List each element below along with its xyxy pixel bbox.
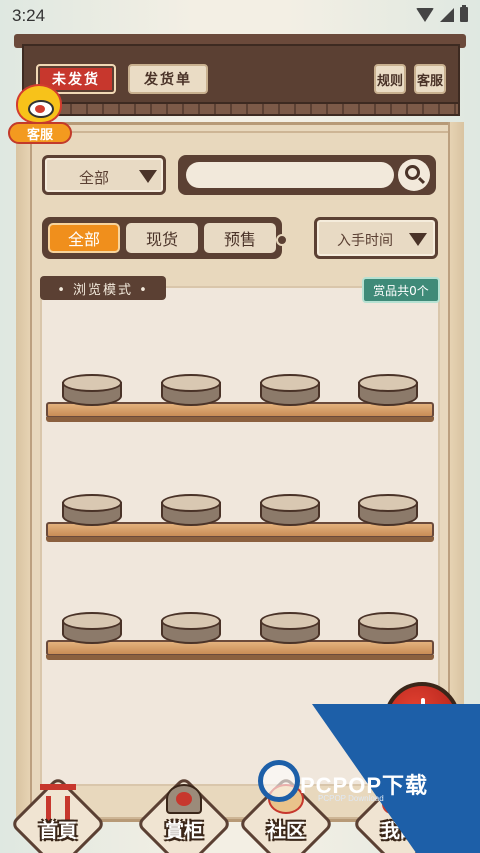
shipping-slip-button[interactable]: 发货单 xyxy=(128,64,208,94)
mascot-label: 客服 xyxy=(8,122,72,144)
search-input[interactable] xyxy=(186,162,394,188)
display-pedestal[interactable] xyxy=(358,494,418,526)
display-pedestal[interactable] xyxy=(161,612,221,644)
stock-tabs: 全部 现货 预售 xyxy=(42,217,288,259)
watermark-logo-icon xyxy=(258,760,300,802)
cabinet-post-left xyxy=(16,122,32,822)
battery-icon xyxy=(460,5,468,22)
signal-icon xyxy=(440,7,454,22)
nav-cabinet[interactable]: 賞柜 xyxy=(135,775,233,853)
search-box xyxy=(178,155,436,195)
display-pedestal[interactable] xyxy=(358,612,418,644)
rules-button[interactable]: 规则 xyxy=(374,64,406,94)
chevron-down-icon xyxy=(139,170,157,183)
display-pedestal[interactable] xyxy=(62,494,122,526)
tab-all[interactable]: 全部 xyxy=(48,223,120,253)
display-pedestal[interactable] xyxy=(260,374,320,406)
display-pedestal[interactable] xyxy=(161,494,221,526)
header-bar: 未发货 发货单 规则 客服 xyxy=(22,44,460,116)
prize-count-badge: 赏品共0个 xyxy=(362,277,440,303)
status-bar: 3:24 xyxy=(0,0,480,32)
browse-mode-label[interactable]: • 浏览模式 • xyxy=(40,276,166,300)
category-select[interactable]: 全部 xyxy=(42,155,166,195)
display-pedestal[interactable] xyxy=(161,374,221,406)
cabinet-icon xyxy=(166,784,202,814)
display-pedestal[interactable] xyxy=(62,612,122,644)
torii-icon xyxy=(40,784,76,822)
wifi-icon xyxy=(416,7,434,22)
tab-presale[interactable]: 预售 xyxy=(204,223,276,253)
nav-home-label: 首頁 xyxy=(38,820,77,842)
display-pedestal[interactable] xyxy=(260,494,320,526)
nav-community-label: 社区 xyxy=(266,820,305,842)
chevron-down-icon xyxy=(409,233,427,246)
watermark-subtext: PCPOP Download xyxy=(318,794,384,803)
display-pedestal[interactable] xyxy=(260,612,320,644)
display-pedestal[interactable] xyxy=(358,374,418,406)
nav-home[interactable]: 首頁 xyxy=(9,775,107,853)
search-button[interactable] xyxy=(398,159,430,191)
tab-in-stock[interactable]: 现货 xyxy=(126,223,198,253)
sort-select-value: 入手时间 xyxy=(337,233,393,249)
customer-service-button[interactable]: 客服 xyxy=(414,64,446,94)
sort-select[interactable]: 入手时间 xyxy=(314,217,438,259)
mascot-service-button[interactable]: 客服 xyxy=(6,84,74,148)
display-pedestal[interactable] xyxy=(62,374,122,406)
mascot-icon xyxy=(16,84,62,124)
status-icons xyxy=(416,5,468,22)
status-time: 3:24 xyxy=(12,6,46,25)
category-select-value: 全部 xyxy=(79,169,110,187)
nav-cabinet-label: 賞柜 xyxy=(164,820,203,842)
